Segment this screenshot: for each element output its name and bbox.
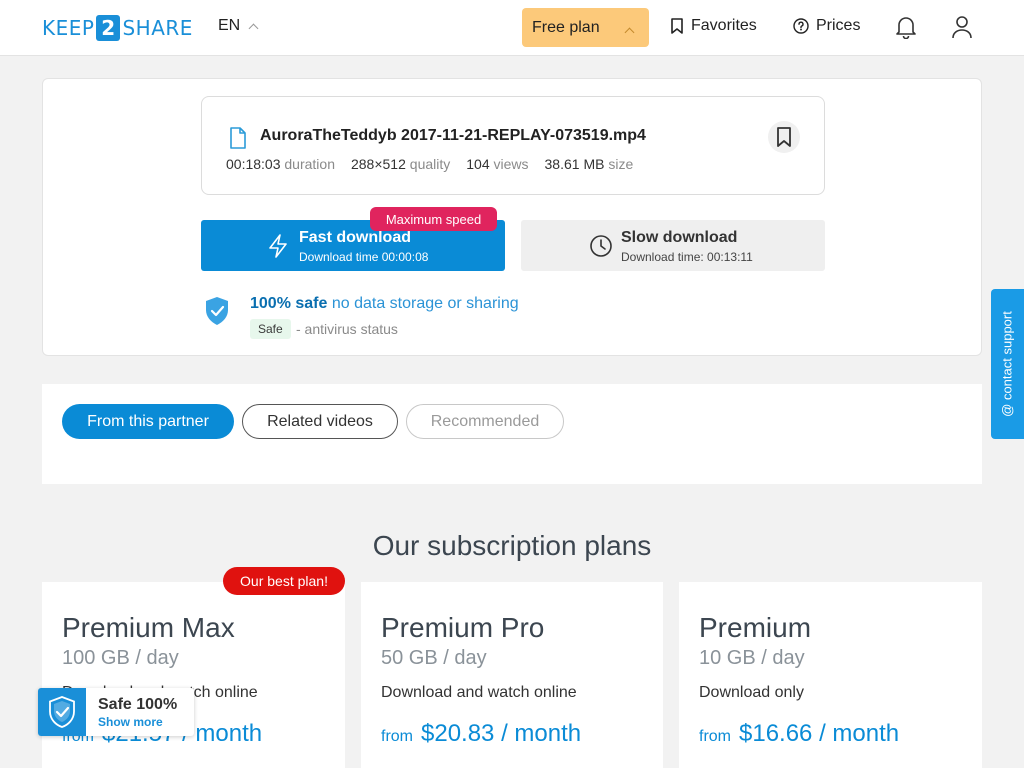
content-tabs-panel: From this partner Related videos Recomme… xyxy=(42,384,982,484)
file-icon xyxy=(230,127,246,149)
views-value: 104 xyxy=(466,156,490,172)
antivirus-badge: Safe xyxy=(250,319,291,339)
plan-quota: 10 GB / day xyxy=(699,647,805,669)
language-selector[interactable]: EN xyxy=(218,17,259,35)
tab-recommended[interactable]: Recommended xyxy=(406,404,564,439)
contact-support-button[interactable]: @ contact support xyxy=(991,289,1024,439)
plan-name: Premium xyxy=(699,612,812,643)
views-label: views xyxy=(493,156,529,172)
slow-download-time: Download time: 00:13:11 xyxy=(621,250,753,264)
plan-price-from: from xyxy=(381,728,413,745)
size-value: 38.61 MB xyxy=(544,156,605,172)
favorites-link[interactable]: Favorites xyxy=(670,17,757,35)
prices-label: Prices xyxy=(816,17,861,34)
plan-quota: 50 GB / day xyxy=(381,647,487,669)
logo-share: SHARE xyxy=(122,16,193,40)
plan-price-amount: $16.66 / month xyxy=(739,720,900,747)
best-plan-badge: Our best plan! xyxy=(223,567,345,595)
file-meta: 00:18:03 duration 288×512 quality 104 vi… xyxy=(226,156,633,172)
slow-download-button[interactable]: Slow download Download time: 00:13:11 xyxy=(521,220,825,271)
safety-bold: 100% safe xyxy=(250,295,328,312)
notifications-button[interactable] xyxy=(893,14,919,40)
logo-keep: KEEP xyxy=(42,16,95,40)
safety-rest: no data storage or sharing xyxy=(331,295,519,312)
free-plan-label: Free plan xyxy=(532,18,600,36)
plans-title: Our subscription plans xyxy=(372,530,652,561)
favorites-label: Favorites xyxy=(691,17,757,34)
plan-price: from $16.66 / month xyxy=(699,720,899,748)
tab-related-videos[interactable]: Related videos xyxy=(242,404,398,439)
plan-card-premium[interactable]: Premium 10 GB / day Download only from $… xyxy=(679,582,982,768)
bell-icon xyxy=(896,17,916,39)
bookmark-button[interactable] xyxy=(768,121,800,153)
chevron-up-icon xyxy=(248,23,259,33)
size-meta: 38.61 MB size xyxy=(545,156,634,172)
safety-statement: 100% safe no data storage or sharing xyxy=(250,295,519,313)
bookmark-icon xyxy=(777,127,791,147)
duration-value: 00:18:03 xyxy=(226,156,281,172)
plan-name: Premium Pro xyxy=(381,612,545,643)
contact-support-label: @ contact support xyxy=(999,311,1015,417)
plan-card-premium-pro[interactable]: Premium Pro 50 GB / day Download and wat… xyxy=(361,582,663,768)
file-info-card: AuroraTheTeddyb 2017-11-21-REPLAY-073519… xyxy=(201,96,825,195)
antivirus-status: - antivirus status xyxy=(296,321,398,337)
fast-download-time: Download time 00:00:08 xyxy=(299,250,429,264)
plan-description: Download and watch online xyxy=(381,684,577,701)
size-label: size xyxy=(608,156,634,172)
tab-from-this-partner[interactable]: From this partner xyxy=(62,404,234,439)
user-icon xyxy=(952,16,972,39)
slow-download-title: Slow download xyxy=(621,229,738,246)
free-plan-button[interactable]: Free plan xyxy=(522,8,649,47)
shield-check-icon xyxy=(49,696,75,728)
quality-label: quality xyxy=(409,156,451,172)
views-meta: 104 views xyxy=(466,156,528,172)
plan-name: Premium Max xyxy=(62,612,235,643)
show-more-link[interactable]: Show more xyxy=(98,715,163,729)
fast-download-title: Fast download xyxy=(299,229,411,246)
shield-check-icon xyxy=(206,297,228,325)
bookmark-icon xyxy=(671,18,683,34)
file-panel: AuroraTheTeddyb 2017-11-21-REPLAY-073519… xyxy=(42,78,982,356)
quality-value: 288×512 xyxy=(350,156,406,172)
file-name: AuroraTheTeddyb 2017-11-21-REPLAY-073519… xyxy=(260,127,646,144)
top-header: KEEP 2 SHARE EN Free plan Favorites Pric… xyxy=(0,0,1024,56)
logo[interactable]: KEEP 2 SHARE xyxy=(42,15,193,41)
safe-widget[interactable]: Safe 100% Show more xyxy=(38,688,194,736)
duration-label: duration xyxy=(284,156,335,172)
plan-description: Download only xyxy=(699,684,804,701)
plan-price: from $20.83 / month xyxy=(381,720,581,748)
plan-quota: 100 GB / day xyxy=(62,647,179,669)
plan-price-amount: $20.83 / month xyxy=(421,720,582,747)
plan-price-from: from xyxy=(699,728,731,745)
quality-meta: 288×512 quality xyxy=(351,156,450,172)
clock-icon xyxy=(590,235,612,257)
chevron-up-icon xyxy=(624,27,635,38)
plan-card-premium-max[interactable]: Premium Max 100 GB / day Download and wa… xyxy=(42,582,345,768)
lightning-icon xyxy=(269,234,287,258)
account-button[interactable] xyxy=(949,14,975,40)
max-speed-badge: Maximum speed xyxy=(370,207,497,231)
safe-widget-title: Safe 100% xyxy=(98,696,178,713)
prices-link[interactable]: Prices xyxy=(793,17,860,35)
logo-two: 2 xyxy=(96,15,121,41)
safe-widget-badge xyxy=(38,688,86,736)
duration-meta: 00:18:03 duration xyxy=(226,156,335,172)
help-circle-icon xyxy=(793,18,809,34)
language-label: EN xyxy=(218,17,241,34)
